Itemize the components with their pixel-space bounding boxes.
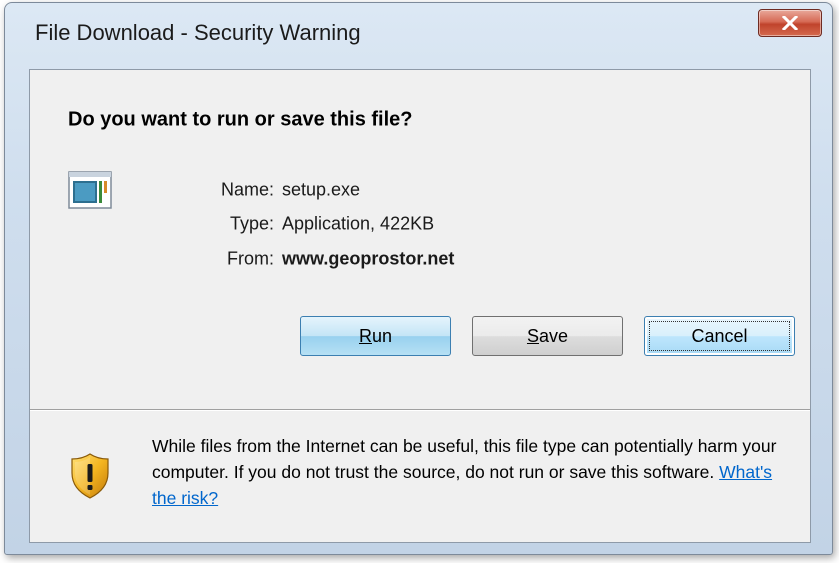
type-value: Application, 422KB: [282, 213, 435, 234]
warning-text: While files from the Internet can be use…: [152, 436, 777, 482]
save-label: ave: [538, 325, 569, 346]
from-label: From:: [227, 248, 274, 269]
dialog-window: File Download - Security Warning Do you …: [4, 2, 833, 555]
close-button[interactable]: [758, 9, 822, 37]
run-label: un: [371, 325, 393, 346]
warning-shield-icon: [71, 453, 109, 499]
from-value: www.geoprostor.net: [282, 248, 455, 269]
dialog-heading: Do you want to run or save this file?: [68, 108, 413, 131]
run-button[interactable]: Run: [300, 316, 451, 356]
save-mnemonic: S: [526, 325, 539, 346]
warning-message: While files from the Internet can be use…: [152, 433, 792, 511]
name-value: setup.exe: [282, 179, 361, 200]
run-mnemonic: R: [358, 325, 372, 346]
warning-panel: While files from the Internet can be use…: [30, 411, 810, 542]
save-button[interactable]: Save: [472, 316, 623, 356]
cancel-label: Cancel: [691, 325, 748, 346]
close-icon: [782, 16, 798, 30]
type-label: Type:: [229, 213, 274, 234]
title-bar[interactable]: File Download - Security Warning: [5, 3, 832, 45]
dialog-content: Do you want to run or save this file? Na…: [29, 69, 811, 543]
name-label: Name:: [220, 179, 274, 200]
cancel-button[interactable]: Cancel: [644, 316, 795, 356]
file-info-panel: Do you want to run or save this file? Na…: [30, 70, 810, 409]
application-file-icon: [68, 171, 112, 209]
window-title: File Download - Security Warning: [35, 20, 361, 45]
